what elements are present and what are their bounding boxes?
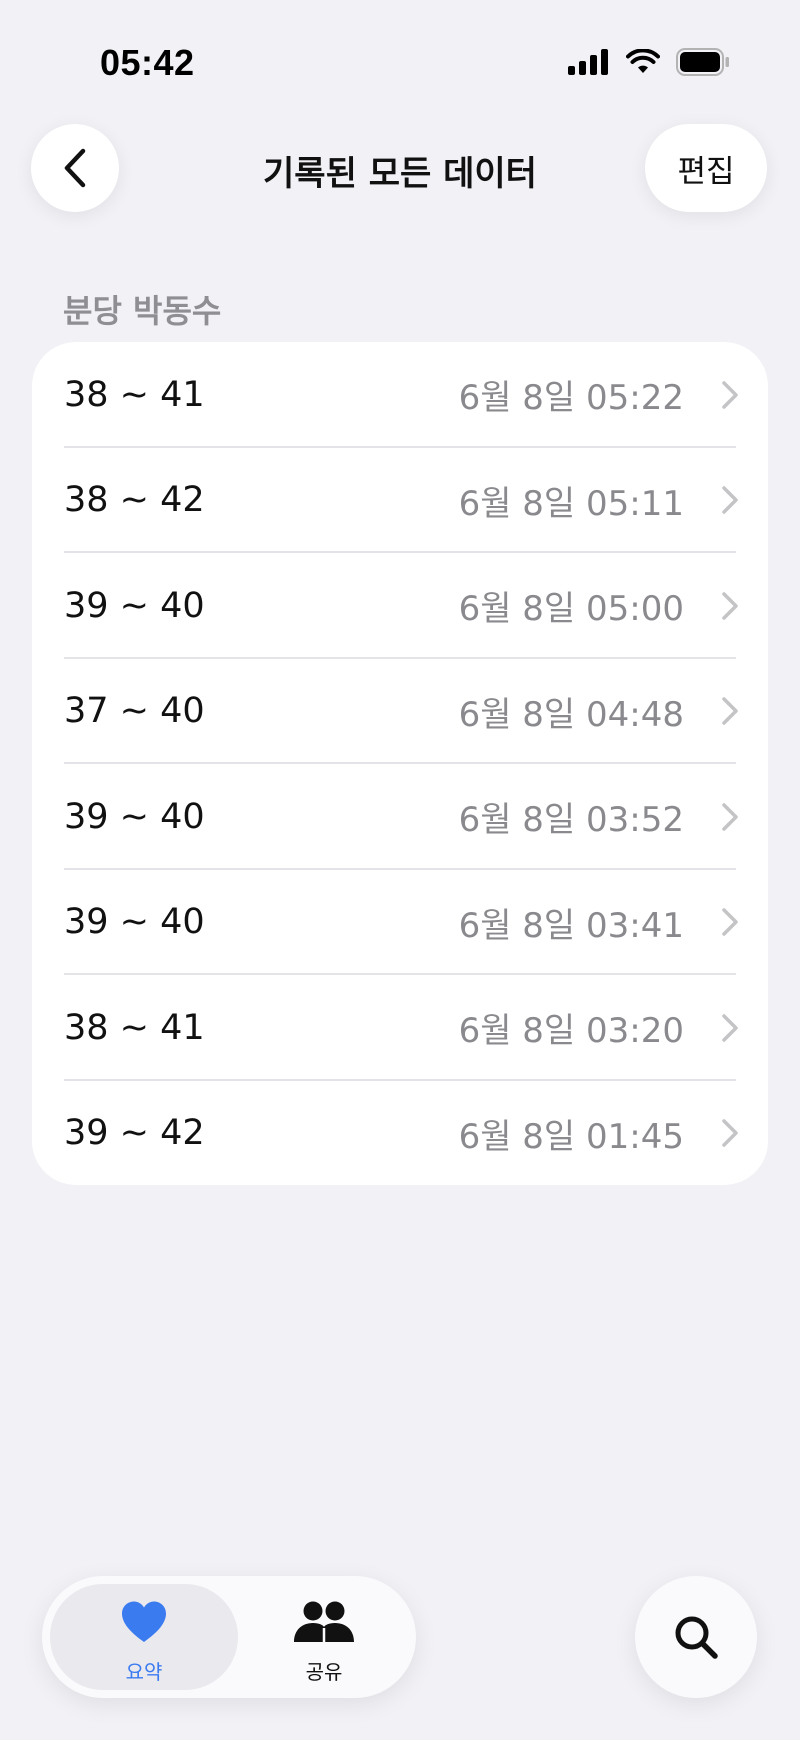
heart-icon xyxy=(122,1601,166,1642)
chevron-right-icon xyxy=(722,1014,738,1042)
record-date: 6월 8일 05:22 xyxy=(458,378,684,419)
chevron-right-icon xyxy=(722,381,738,409)
heart-rate-range: 38 ~ 41 xyxy=(64,1007,205,1048)
heart-rate-range: 39 ~ 40 xyxy=(64,585,205,626)
list-item[interactable]: 39 ~ 40 6월 8일 05:00 xyxy=(32,553,768,659)
record-date: 6월 8일 03:41 xyxy=(458,905,684,946)
heart-rate-range: 39 ~ 40 xyxy=(64,796,205,837)
chevron-right-icon xyxy=(722,803,738,831)
chevron-right-icon xyxy=(722,486,738,514)
heart-rate-range: 39 ~ 40 xyxy=(64,902,205,943)
cellular-signal-icon xyxy=(568,49,608,75)
tab-label: 공유 xyxy=(305,1660,343,1684)
tab-summary[interactable]: 요약 xyxy=(50,1584,238,1690)
list-item[interactable]: 39 ~ 40 6월 8일 03:52 xyxy=(32,764,768,870)
heart-rate-range: 38 ~ 41 xyxy=(64,374,205,415)
edit-button[interactable]: 편집 xyxy=(645,124,767,212)
nav-bar: 기록된 모든 데이터 편집 xyxy=(0,120,800,220)
tab-label: 요약 xyxy=(125,1660,163,1684)
search-button[interactable] xyxy=(635,1576,757,1698)
tab-bar: 요약 공유 xyxy=(42,1576,416,1698)
record-date: 6월 8일 04:48 xyxy=(458,694,684,735)
battery-icon xyxy=(676,48,729,76)
chevron-right-icon xyxy=(722,697,738,725)
records-list: 38 ~ 41 6월 8일 05:22 38 ~ 42 6월 8일 05:11 … xyxy=(32,342,768,1185)
status-time: 05:42 xyxy=(100,42,195,83)
record-date: 6월 8일 05:00 xyxy=(458,589,684,630)
people-icon xyxy=(294,1601,354,1642)
list-item[interactable]: 38 ~ 41 6월 8일 05:22 xyxy=(32,342,768,448)
wifi-icon xyxy=(626,49,660,73)
record-date: 6월 8일 05:11 xyxy=(458,483,684,524)
record-date: 6월 8일 01:45 xyxy=(458,1116,684,1157)
record-date: 6월 8일 03:20 xyxy=(458,1011,684,1052)
chevron-right-icon xyxy=(722,592,738,620)
tab-share[interactable]: 공유 xyxy=(254,1584,394,1690)
chevron-right-icon xyxy=(722,908,738,936)
section-header: 분당 박동수 xyxy=(63,292,222,330)
heart-rate-range: 38 ~ 42 xyxy=(64,480,205,521)
record-date: 6월 8일 03:52 xyxy=(458,800,684,841)
heart-rate-range: 39 ~ 42 xyxy=(64,1113,205,1154)
list-item[interactable]: 38 ~ 42 6월 8일 05:11 xyxy=(32,448,768,553)
list-item[interactable]: 37 ~ 40 6월 8일 04:48 xyxy=(32,659,768,764)
status-icons xyxy=(568,48,730,76)
list-item[interactable]: 39 ~ 42 6월 8일 01:45 xyxy=(32,1081,768,1186)
list-item[interactable]: 39 ~ 40 6월 8일 03:41 xyxy=(32,870,768,975)
status-bar: 05:42 xyxy=(0,0,800,120)
search-icon xyxy=(675,1616,718,1659)
list-item[interactable]: 38 ~ 41 6월 8일 03:20 xyxy=(32,975,768,1081)
chevron-right-icon xyxy=(722,1119,738,1147)
heart-rate-range: 37 ~ 40 xyxy=(64,691,205,732)
